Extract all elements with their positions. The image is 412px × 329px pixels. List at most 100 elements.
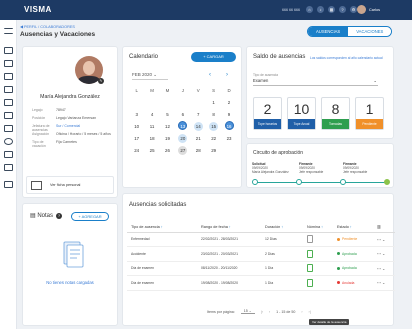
calendar-day[interactable]: 28 (191, 145, 206, 157)
calendar-day[interactable]: 6 (175, 109, 190, 121)
more-options-icon[interactable]: ⋯ (377, 237, 381, 242)
document-icon[interactable] (4, 86, 13, 93)
calendar-icon[interactable] (4, 73, 13, 80)
tab-vacaciones[interactable]: VACACIONES (348, 27, 392, 36)
personal-file-button[interactable]: Ver ficha personal (26, 176, 114, 194)
calendar-day[interactable]: 4 (144, 109, 159, 121)
first-page-icon[interactable]: |‹ (261, 310, 263, 314)
last-page-icon[interactable]: ›| (309, 310, 311, 314)
calendar-day[interactable]: 18 (144, 133, 159, 145)
calendar-day[interactable]: 7 (191, 109, 206, 121)
calendar-day[interactable]: 20 (175, 133, 190, 145)
calendar-day[interactable]: 1 (206, 97, 221, 109)
profile-row: Tipo de vacación Fija Carnetes (32, 140, 77, 148)
balance-info-link[interactable]: Los saldos corresponden al año calendari… (310, 56, 383, 60)
day-number: 8 (212, 112, 215, 117)
calendar-day[interactable]: 13 (175, 121, 190, 133)
calendar-day[interactable]: 29 (206, 145, 221, 157)
calendar-day[interactable]: 25 (144, 145, 159, 157)
counter-label: Tomadas (322, 119, 349, 129)
column-settings-icon[interactable]: ▥ (373, 222, 395, 233)
table-row[interactable]: Día de examen 19/08/2020 - 19/08/2020 1 Dí… (127, 275, 395, 291)
column-header[interactable]: Nómina ↑ (303, 222, 333, 233)
calendar-day[interactable]: 19 (160, 133, 175, 145)
user-avatar[interactable] (357, 5, 366, 14)
breadcrumb[interactable]: ◀ PERFIL / COLABORADORES (20, 24, 75, 29)
table-row[interactable]: Día de examen 08/11/2020 - 20/11/2020 1 Dí… (127, 261, 395, 276)
load-absence-button[interactable]: + CARGAR (191, 52, 236, 62)
add-note-button[interactable]: + AGREGAR (71, 212, 109, 221)
help-icon[interactable]: ? (339, 6, 346, 13)
column-header[interactable]: Rango de fecha ↑ (197, 222, 261, 233)
calendar-day[interactable]: 22 (206, 133, 221, 145)
calendar-day[interactable]: 24 (129, 145, 144, 157)
document-icon[interactable] (307, 249, 313, 258)
calendar-days: 1 2 3 4 5 6 7 8 9 10 11 12 13 14 15 16 17 18 19 20 21 22 23 24 2… (129, 97, 237, 157)
requests-card: Ausencias solicitadas Tipo de ausencia ↑… (122, 193, 395, 326)
menu-icon[interactable] (4, 28, 13, 34)
calendar-day[interactable]: 16 (221, 121, 236, 133)
more-options-icon[interactable]: ⋯ (377, 280, 381, 285)
settings-icon[interactable]: ⚙ (350, 6, 357, 13)
users-icon[interactable] (4, 60, 13, 67)
calendar-day[interactable]: 12 (160, 121, 175, 133)
home-icon[interactable]: ⌂ (306, 6, 313, 13)
calendar-day[interactable]: 21 (191, 133, 206, 145)
calendar-day[interactable]: 10 (129, 121, 144, 133)
table-row[interactable]: Accidente 23/02/2021 - 20/03/2021 2 Días Ap… (127, 246, 395, 262)
calendar-day[interactable]: 23 (221, 133, 236, 145)
more-options-icon[interactable]: ⋯ (377, 266, 381, 271)
calendar-day[interactable]: 11 (144, 121, 159, 133)
calendar-day[interactable]: 14 (191, 121, 206, 133)
document-icon[interactable] (307, 235, 313, 244)
chart-icon[interactable] (4, 151, 13, 158)
org-icon[interactable] (4, 99, 13, 106)
calendar-day[interactable]: 15 (206, 121, 221, 133)
prev-page-icon[interactable]: ‹ (269, 310, 270, 314)
column-header[interactable]: Duración ↑ (261, 222, 303, 233)
calendar-day[interactable]: 5 (160, 109, 175, 121)
grid-icon[interactable]: ▦ (328, 6, 335, 13)
home-icon[interactable] (4, 47, 13, 54)
document-icon[interactable] (307, 278, 313, 287)
gear-icon[interactable] (4, 138, 13, 145)
calendar-day[interactable]: 26 (160, 145, 175, 157)
next-page-icon[interactable]: › (301, 310, 302, 314)
chevron-down-icon[interactable]: ⌄ (382, 237, 385, 242)
day-number: 9 (227, 112, 231, 117)
document-icon[interactable] (307, 264, 313, 273)
more-options-icon[interactable]: ⋯ (377, 251, 381, 256)
building-icon[interactable] (4, 112, 13, 119)
calendar-day (191, 97, 206, 109)
calendar-day[interactable]: 8 (206, 109, 221, 121)
screen-icon[interactable] (4, 181, 13, 188)
column-header[interactable]: Estado ↑ (333, 222, 373, 233)
list-icon[interactable] (4, 125, 13, 132)
month-select[interactable]: FEB 2020 ⌄ (132, 72, 168, 80)
column-header[interactable]: Tipo de ausencia ↑ (127, 222, 197, 233)
user-name[interactable]: Carlos (369, 8, 380, 12)
tab-group: AUSENCIAS VACACIONES (307, 26, 393, 37)
prev-month-icon[interactable]: ‹ (209, 72, 211, 78)
calendar-day[interactable]: 17 (129, 133, 144, 145)
tab-ausencias[interactable]: AUSENCIAS (308, 27, 349, 36)
calendar-day[interactable]: 3 (129, 109, 144, 121)
absence-type-select[interactable]: Examen ⌄ (253, 78, 378, 86)
calendar-day[interactable]: 27 (175, 145, 190, 157)
chevron-down-icon[interactable]: ⌄ (382, 266, 385, 271)
next-month-icon[interactable]: › (226, 72, 228, 78)
pencil-icon[interactable]: ✎ (98, 78, 104, 84)
step-person: María Alejandra González (252, 170, 289, 174)
calendar-day[interactable]: 2 (221, 97, 236, 109)
help-icon[interactable]: ? (56, 213, 62, 219)
items-per-page-select[interactable]: 15 ⌄ (240, 309, 255, 314)
row-value[interactable]: Sur / Comercial (56, 124, 80, 132)
monitor-icon[interactable] (4, 164, 13, 171)
chevron-down-icon[interactable]: ⌄ (382, 280, 385, 285)
visma-logo[interactable]: VISMA (24, 5, 52, 14)
calendar-day[interactable]: 9 (221, 109, 236, 121)
bell-icon[interactable]: ♪ (317, 6, 324, 13)
chevron-down-icon[interactable]: ⌄ (382, 251, 385, 256)
table-row[interactable]: Enfermedad 22/02/2021 - 28/03/2021 12 Días… (127, 232, 395, 247)
calendar-title: Calendario (129, 54, 159, 60)
